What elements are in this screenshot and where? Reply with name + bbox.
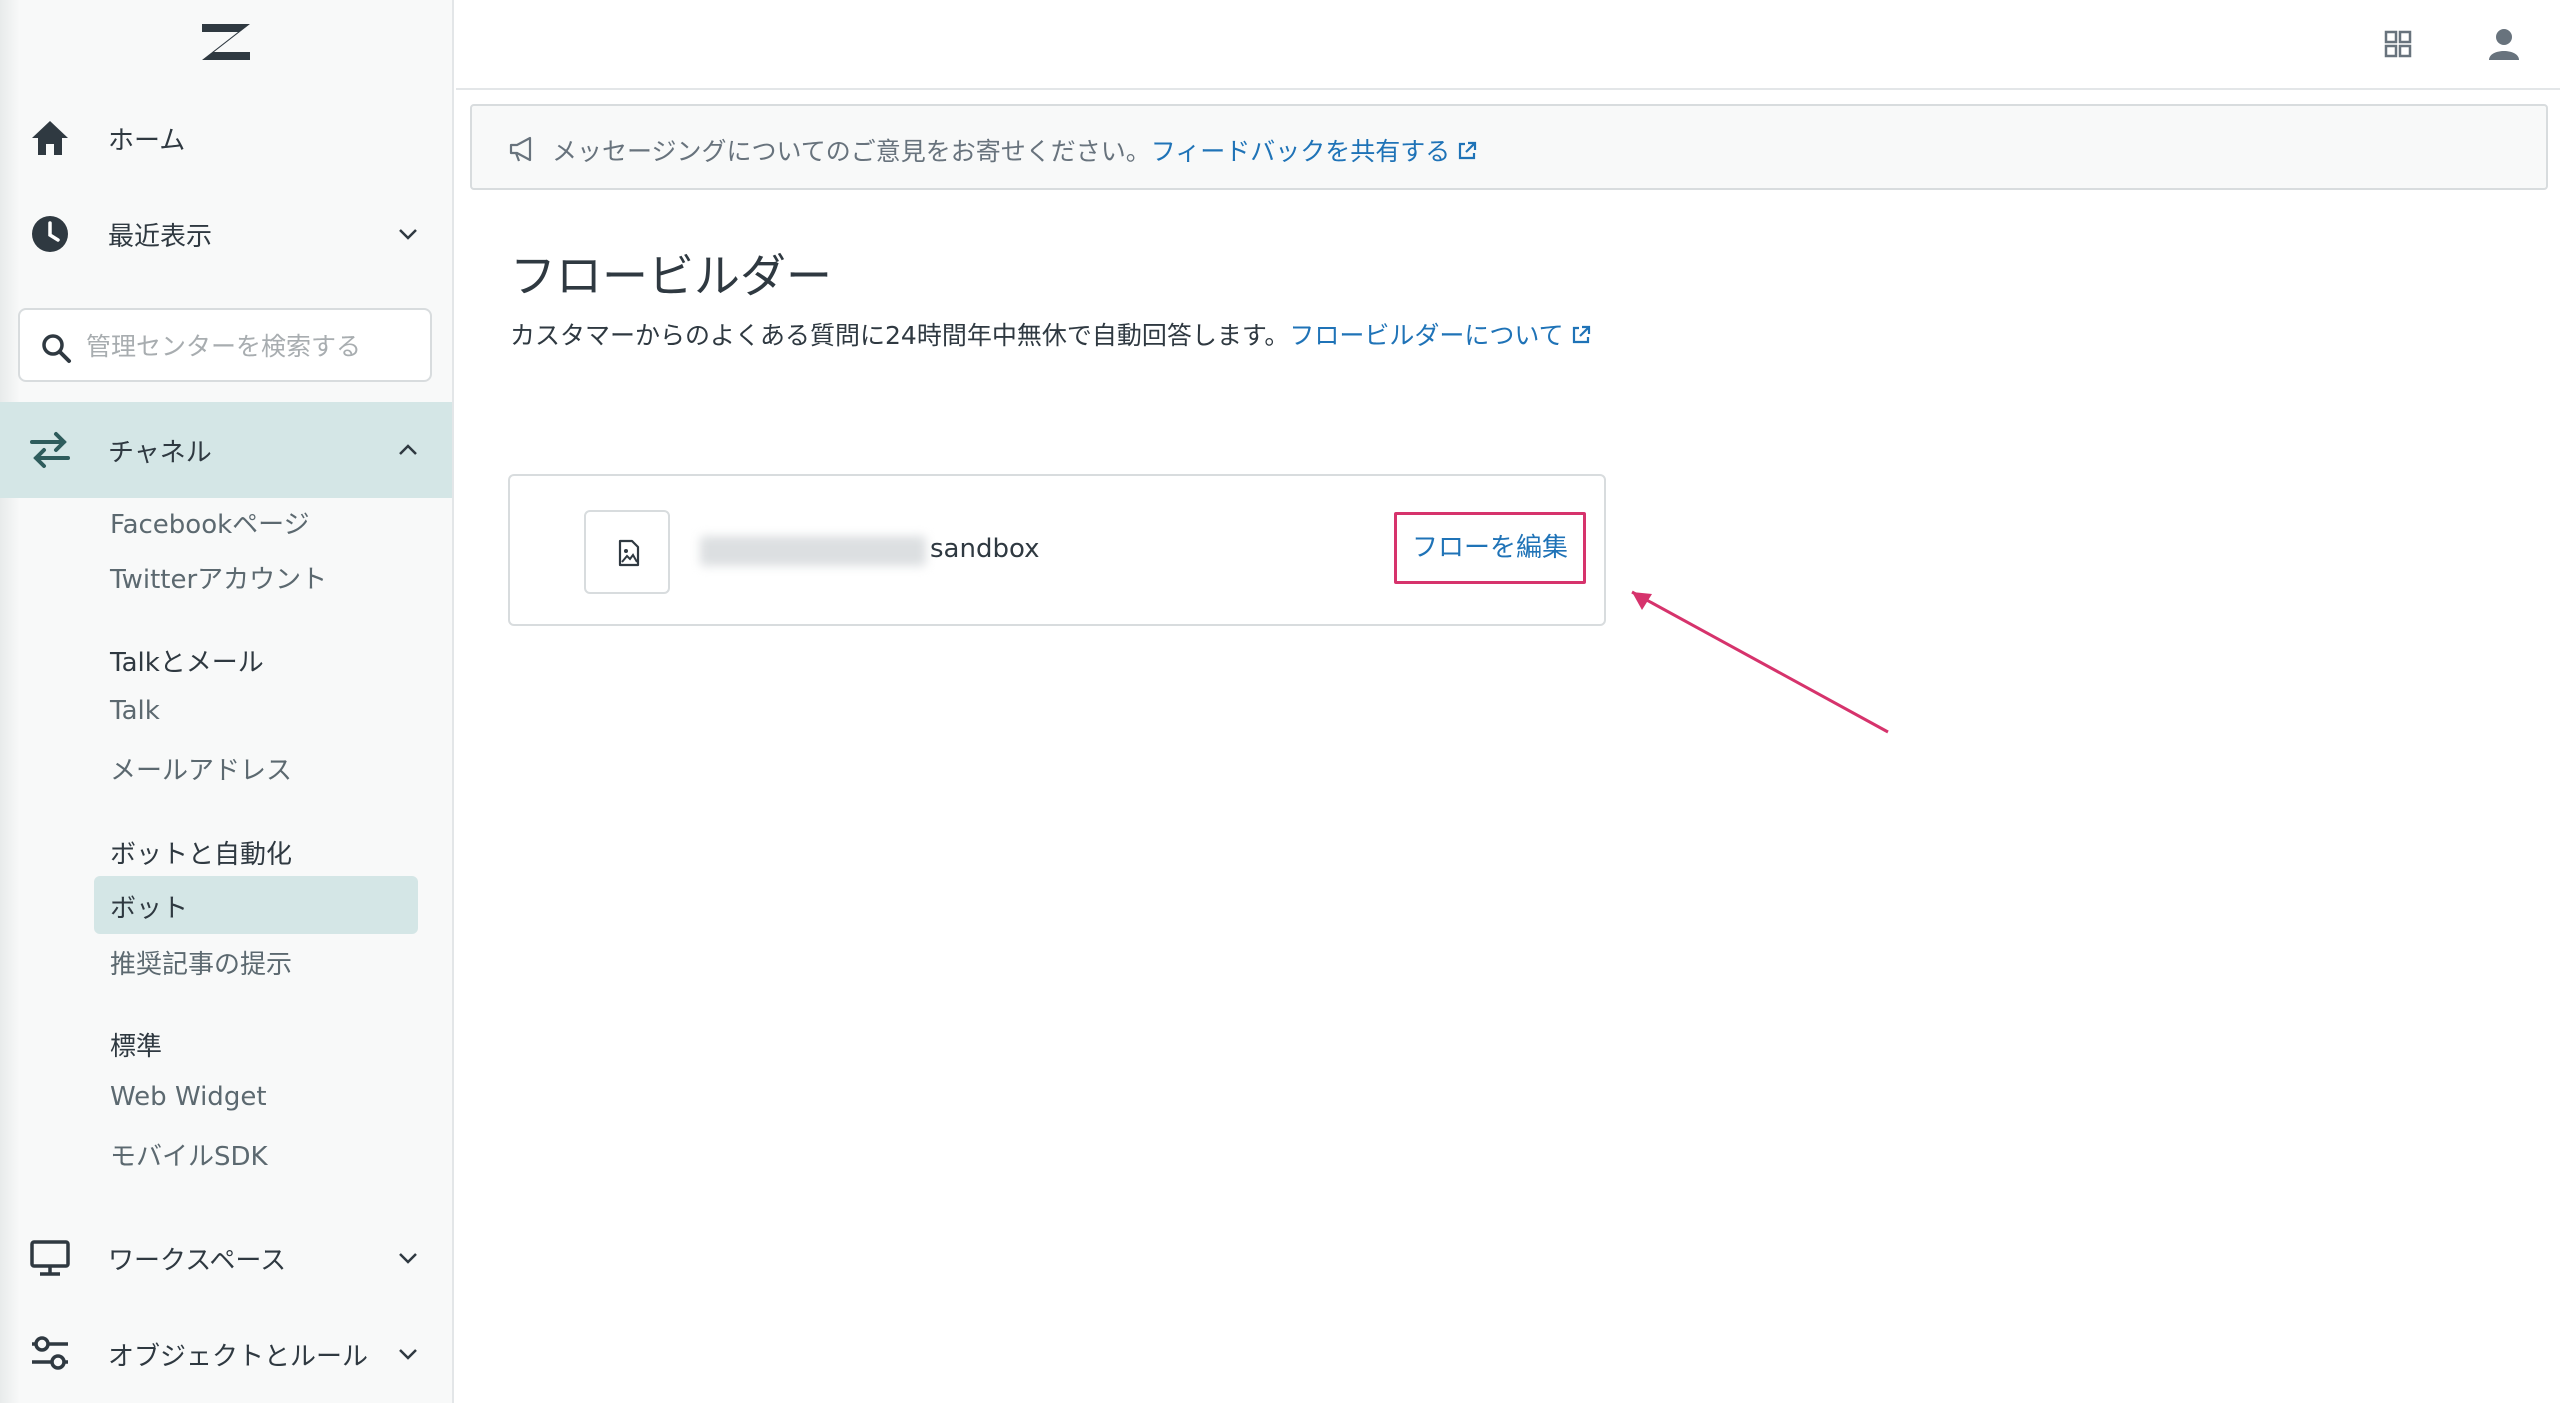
page-title: フロービルダー (510, 249, 832, 303)
sidebar-section-bots: ボットと自動化 (110, 840, 293, 870)
sidebar-item-facebook[interactable]: Facebookページ (110, 504, 310, 541)
nav-workspaces[interactable]: ワークスペース (0, 1210, 452, 1306)
nav-home[interactable]: ホーム (0, 90, 452, 186)
edit-flow-button[interactable]: フローを編集 (1394, 512, 1586, 584)
sidebar-item-mobile-sdk[interactable]: モバイルSDK (110, 1136, 268, 1173)
megaphone-icon (509, 136, 532, 162)
nav-objects-rules[interactable]: オブジェクトとルール (0, 1306, 452, 1402)
feedback-banner: メッセージングについてのご意見をお寄せください。フィードバックを共有する (470, 104, 2548, 190)
bot-thumbnail (584, 510, 670, 594)
clock-icon (32, 216, 68, 252)
transfer-arrows-icon (30, 432, 70, 468)
share-feedback-link-label: フィードバックを共有する (1150, 137, 1451, 166)
zendesk-logo[interactable] (200, 22, 252, 62)
chevron-down-icon (399, 1253, 417, 1264)
external-link-icon (1459, 141, 1477, 160)
monitor-icon (30, 1240, 70, 1276)
nav-objects-rules-label: オブジェクトとルール (108, 1341, 369, 1372)
sidebar-item-twitter[interactable]: Twitterアカウント (110, 559, 327, 596)
about-flow-builder-link[interactable]: フロービルダーについて (1289, 321, 1591, 350)
grid-icon[interactable] (2378, 24, 2418, 64)
search-icon (42, 334, 71, 363)
chevron-up-icon (399, 444, 417, 455)
sidebar-item-bots-label: ボット (110, 894, 189, 924)
page-description: カスタマーからのよくある質問に24時間年中無休で自動回答します。フロービルダーに… (510, 316, 1592, 352)
nav-home-label: ホーム (108, 125, 186, 156)
sidebar-item-web-widget[interactable]: Web Widget (110, 1082, 267, 1112)
chevron-down-icon (399, 229, 417, 240)
blurred-bot-prefix (700, 536, 926, 566)
top-bar (456, 0, 2560, 90)
search-input[interactable] (86, 324, 416, 368)
admin-search[interactable] (18, 308, 432, 382)
bot-name: sandbox (930, 534, 1040, 564)
bot-card: sandbox フローを編集 (508, 474, 1606, 626)
nav-recent[interactable]: 最近表示 (0, 186, 452, 282)
image-placeholder-icon (618, 539, 640, 567)
share-feedback-link[interactable]: フィードバックを共有する (1151, 137, 1479, 166)
external-link-icon (1572, 325, 1590, 344)
sliders-icon (32, 1336, 68, 1370)
sidebar-item-talk[interactable]: Talk (110, 696, 160, 726)
home-icon (32, 121, 68, 155)
sidebar-item-email[interactable]: メールアドレス (110, 750, 292, 787)
page-description-text: カスタマーからのよくある質問に24時間年中無休で自動回答します。 (510, 321, 1290, 350)
nav-recent-label: 最近表示 (108, 221, 213, 252)
feedback-banner-text: メッセージングについてのご意見をお寄せください。 (552, 137, 1151, 166)
nav-channels[interactable]: チャネル (0, 402, 452, 498)
sidebar: ホーム 最近表示 チャネル Facebookページ Twitterアカウント T… (0, 0, 454, 1403)
sidebar-item-bots[interactable]: ボット (94, 876, 418, 934)
user-icon[interactable] (2484, 24, 2524, 64)
sidebar-section-standard: 標準 (110, 1032, 163, 1062)
sidebar-item-article-recommendations[interactable]: 推奨記事の提示 (110, 944, 292, 981)
nav-workspaces-label: ワークスペース (108, 1245, 287, 1276)
annotation-arrow (1631, 590, 1889, 734)
nav-channels-label: チャネル (108, 437, 212, 468)
sidebar-section-talk-email: Talkとメール (110, 648, 264, 678)
chevron-down-icon (399, 1349, 417, 1360)
about-flow-builder-link-label: フロービルダーについて (1289, 321, 1564, 350)
